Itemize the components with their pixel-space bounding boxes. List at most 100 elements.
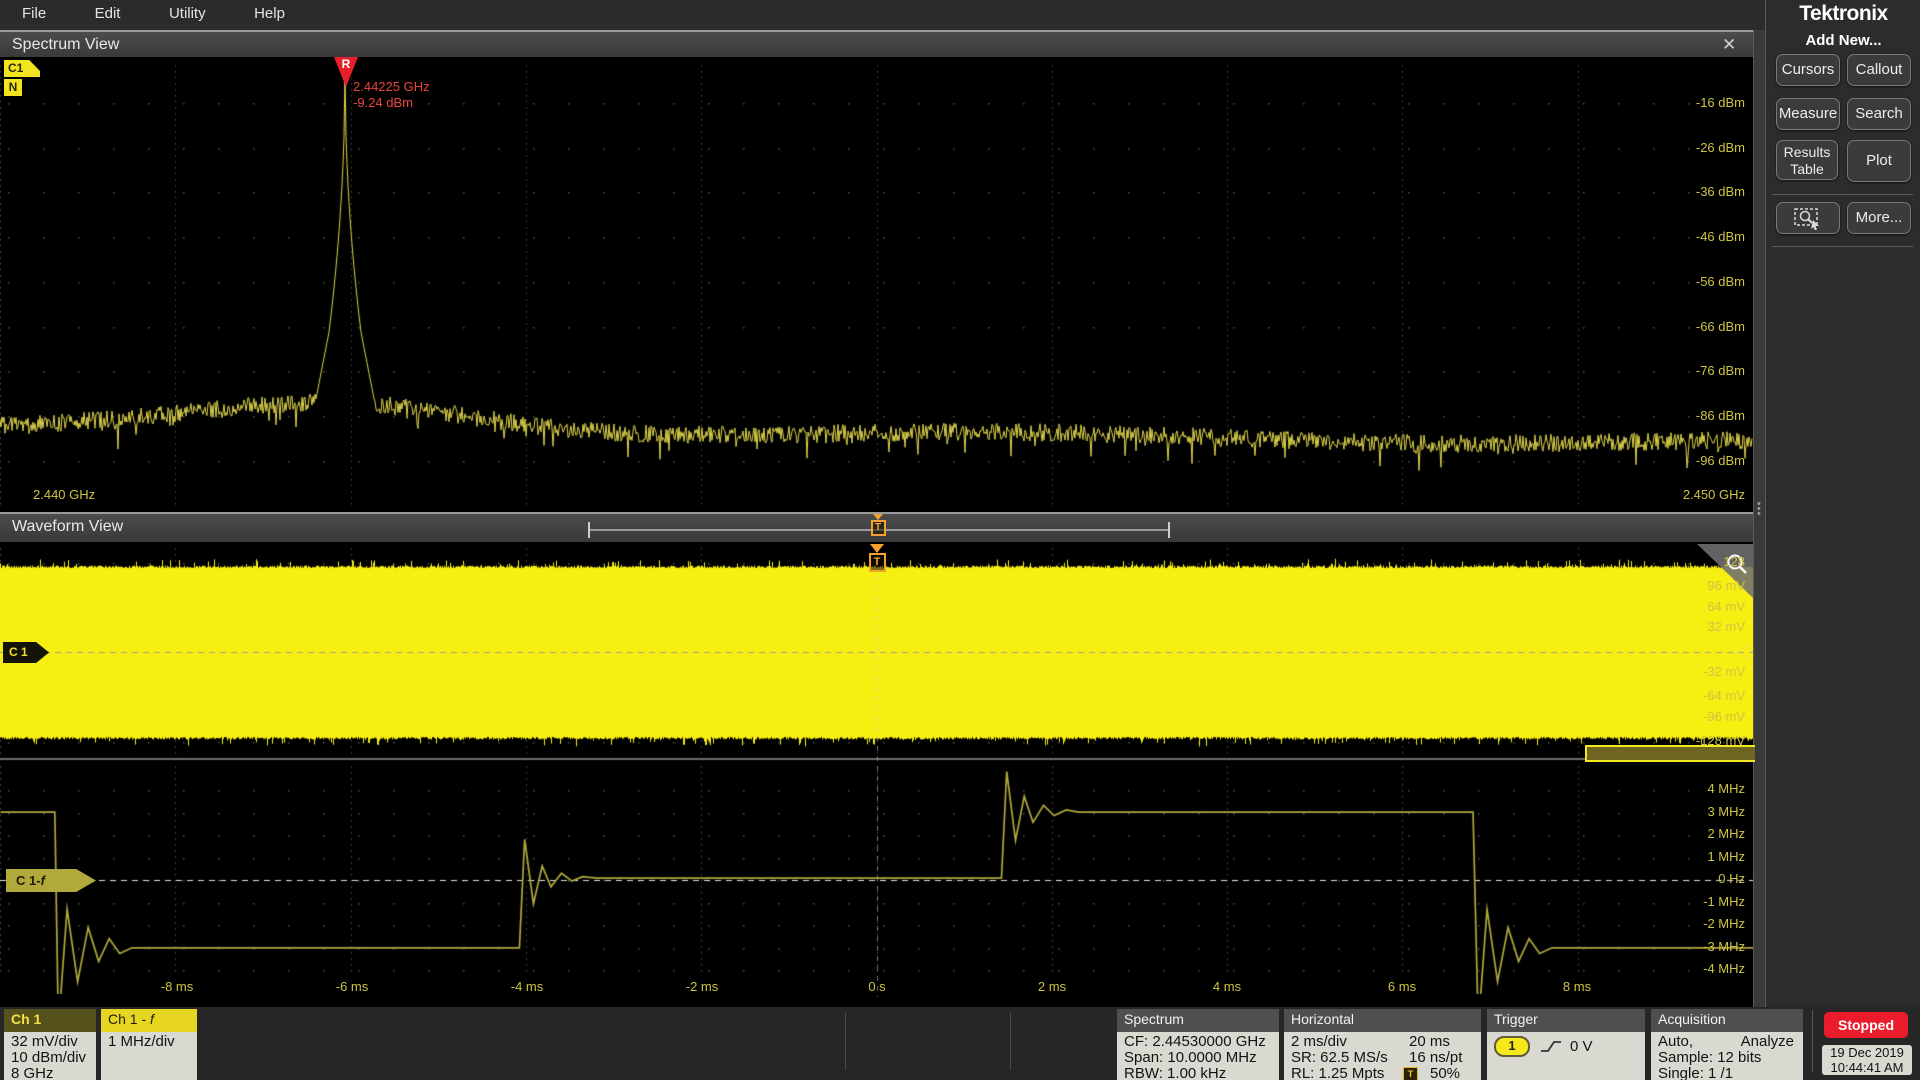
- oscilloscope-app: File Edit Utility Help Spectrum View ✕ C…: [0, 0, 1920, 1080]
- voltage-label: 64 mV: [1640, 599, 1745, 614]
- spectrum-stop-freq-label: 2.450 GHz: [1600, 487, 1745, 502]
- trigger-position-marker-icon[interactable]: T: [866, 544, 888, 572]
- spectrum-box-title: Spectrum: [1117, 1009, 1279, 1032]
- frequency-label: 4 MHz: [1640, 781, 1745, 796]
- frequency-label: -4 MHz: [1640, 961, 1745, 976]
- ch1-badge-body: 32 mV/div 10 dBm/div 8 GHz: [4, 1032, 96, 1080]
- spectrum-view-title: Spectrum View: [12, 36, 119, 54]
- marker-amplitude: -9.24 dBm: [353, 95, 430, 111]
- spectrum-db-label: -46 dBm: [1657, 229, 1745, 244]
- c1f-tag-f: f: [41, 873, 45, 888]
- right-control-panel: Tektronix Add New... Cursors Callout Mea…: [1765, 0, 1920, 1007]
- horizontal-settings-box[interactable]: Horizontal 2 ms/div20 ms SR: 62.5 MS/s16…: [1284, 1009, 1481, 1080]
- spectrum-plot[interactable]: C1 N R 2.44225 GHz -9.24 dBm -16 dBm-26 …: [0, 57, 1753, 512]
- add-new-title: Add New...: [1766, 32, 1920, 49]
- menu-help[interactable]: Help: [254, 5, 285, 22]
- acquisition-box-title: Acquisition: [1651, 1009, 1803, 1032]
- time-label: -4 ms: [487, 979, 567, 994]
- search-button[interactable]: Search: [1847, 98, 1911, 130]
- time-label: -2 ms: [662, 979, 742, 994]
- waveform-view-title: Waveform View: [12, 518, 123, 536]
- nav-trigger-marker-icon[interactable]: T: [869, 514, 887, 536]
- menu-utility[interactable]: Utility: [169, 5, 206, 22]
- time-label: 10:44:41 AM: [1822, 1060, 1912, 1075]
- time-label: 0 s: [837, 979, 917, 994]
- splitter-handle-icon[interactable]: •••: [1757, 502, 1761, 517]
- voltage-label: -64 mV: [1640, 688, 1745, 703]
- spectrum-settings-box[interactable]: Spectrum CF: 2.44530000 GHz Span: 10.000…: [1117, 1009, 1279, 1080]
- stopped-status-badge[interactable]: Stopped: [1824, 1012, 1908, 1038]
- spectrum-db-label: -36 dBm: [1657, 184, 1745, 199]
- spectrum-db-label: -26 dBm: [1657, 140, 1745, 155]
- spectrum-db-label: -76 dBm: [1657, 363, 1745, 378]
- time-label: -6 ms: [312, 979, 392, 994]
- spectrum-start-freq-label: 2.440 GHz: [33, 487, 95, 502]
- spectrum-normal-badge: N: [4, 79, 22, 96]
- ch1f-badge[interactable]: Ch 1 - f 1 MHz/div: [101, 1009, 197, 1080]
- measure-button[interactable]: Measure: [1776, 98, 1840, 130]
- spectrum-db-label: -96 dBm: [1657, 453, 1745, 468]
- horizontal-box-title: Horizontal: [1284, 1009, 1481, 1032]
- trigger-settings-box[interactable]: Trigger 1 0 V: [1487, 1009, 1645, 1080]
- reference-marker-label: R: [342, 57, 351, 71]
- ch1-badge-title: Ch 1: [4, 1009, 96, 1032]
- frequency-label: -3 MHz: [1640, 939, 1745, 954]
- clipped-readout-bar: [1585, 745, 1755, 762]
- frequency-label: 3 MHz: [1640, 804, 1745, 819]
- menu-edit[interactable]: Edit: [95, 5, 121, 22]
- cursors-button[interactable]: Cursors: [1776, 54, 1840, 86]
- spectrum-db-label: -86 dBm: [1657, 408, 1745, 423]
- bottom-status-bar: Ch 1 32 mV/div 10 dBm/div 8 GHz Ch 1 - f…: [0, 1007, 1920, 1080]
- spectrum-db-label: -56 dBm: [1657, 274, 1745, 289]
- voltage-label: 32 mV: [1640, 619, 1745, 634]
- trigger-source-pill: 1: [1494, 1036, 1530, 1057]
- spectrum-view-titlebar[interactable]: Spectrum View ✕: [0, 30, 1753, 59]
- plot-button[interactable]: Plot: [1847, 140, 1911, 182]
- voltage-label: 96 mV: [1640, 578, 1745, 593]
- rising-edge-icon: [1540, 1039, 1562, 1054]
- time-label: 6 ms: [1362, 979, 1442, 994]
- acquisition-settings-box[interactable]: Acquisition Auto,Analyze Sample: 12 bits…: [1651, 1009, 1803, 1080]
- zoom-select-button[interactable]: [1776, 202, 1840, 234]
- ch1-badge[interactable]: Ch 1 32 mV/div 10 dBm/div 8 GHz: [4, 1009, 96, 1080]
- voltage-label: -32 mV: [1640, 664, 1745, 679]
- trigger-box-title: Trigger: [1487, 1009, 1645, 1032]
- waveform-view-titlebar[interactable]: Waveform View T: [0, 512, 1753, 544]
- tektronix-logo: Tektronix: [1766, 2, 1920, 26]
- spectrum-db-label: -16 dBm: [1657, 95, 1745, 110]
- trigger-flag-icon: T: [1403, 1067, 1418, 1080]
- c1-ground-arrow-icon[interactable]: ◁: [1735, 640, 1750, 663]
- waveform-plot[interactable]: T C 1 ◁ 12896 mV64 mV32 mV-32 mV-64 mV-9…: [0, 542, 1753, 1007]
- zoom-select-icon: [1791, 206, 1825, 230]
- ch1f-badge-body: 1 MHz/div: [101, 1032, 197, 1080]
- spectrum-trace-canvas: [0, 57, 1753, 512]
- frequency-label: 1 MHz: [1640, 849, 1745, 864]
- waveform-trace-canvas: [0, 542, 1753, 1007]
- trigger-level: 0 V: [1570, 1039, 1593, 1055]
- more-button[interactable]: More...: [1847, 202, 1911, 234]
- c1f-tag-text: C 1-: [16, 873, 41, 888]
- frequency-label: -2 MHz: [1640, 916, 1745, 931]
- trigger-box-body: 1 0 V: [1487, 1032, 1645, 1080]
- results-table-button[interactable]: Results Table: [1776, 140, 1838, 180]
- frequency-label: 0 Hz: [1640, 871, 1745, 886]
- marker-readout: 2.44225 GHz -9.24 dBm: [353, 79, 430, 111]
- callout-button[interactable]: Callout: [1847, 54, 1911, 86]
- spectrum-box-body: CF: 2.44530000 GHz Span: 10.0000 MHz RBW…: [1117, 1032, 1279, 1080]
- time-label: 8 ms: [1537, 979, 1617, 994]
- voltage-label: 128: [1640, 554, 1745, 569]
- frequency-label: 2 MHz: [1640, 826, 1745, 841]
- time-label: 2 ms: [1012, 979, 1092, 994]
- date-label: 19 Dec 2019: [1822, 1045, 1912, 1060]
- spectrum-db-label: -66 dBm: [1657, 319, 1745, 334]
- voltage-label: -96 mV: [1640, 709, 1745, 724]
- marker-frequency: 2.44225 GHz: [353, 79, 430, 95]
- frequency-label: -1 MHz: [1640, 894, 1745, 909]
- datetime-display[interactable]: 19 Dec 2019 10:44:41 AM: [1822, 1045, 1912, 1075]
- close-icon[interactable]: ✕: [1722, 35, 1736, 55]
- horizontal-box-body: 2 ms/div20 ms SR: 62.5 MS/s16 ns/pt RL: …: [1284, 1032, 1481, 1080]
- menu-file[interactable]: File: [22, 5, 46, 22]
- acquisition-box-body: Auto,Analyze Sample: 12 bits Single: 1 /…: [1651, 1032, 1803, 1080]
- time-label: -8 ms: [137, 979, 217, 994]
- time-label: 4 ms: [1187, 979, 1267, 994]
